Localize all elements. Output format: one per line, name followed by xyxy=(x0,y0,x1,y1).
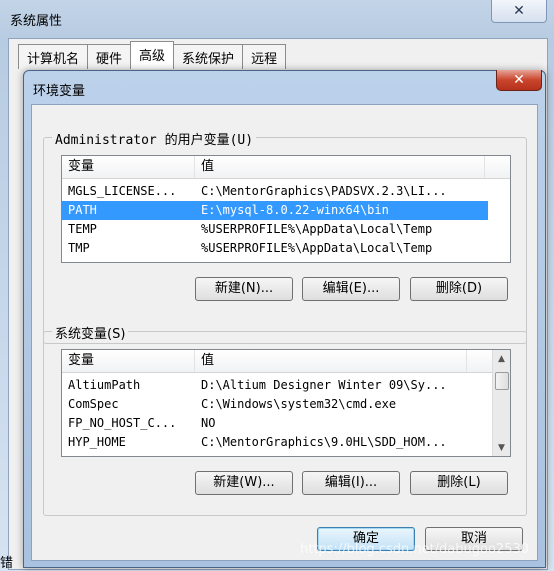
variable-value: C:\MentorGraphics\9.0HL\SDD_HOM... xyxy=(201,435,447,449)
system-variables-list[interactable]: 变量 值 AltiumPath D:\Altium Designer Winte… xyxy=(61,349,511,457)
variable-value: %USERPROFILE%\AppData\Local\Temp xyxy=(201,222,433,236)
system-properties-tabs: 计算机名 硬件 高级 系统保护 远程 xyxy=(18,41,287,69)
dialog-title: 环境变量 xyxy=(33,84,86,99)
variable-value: D:\Altium Designer Winter 09\Sy... xyxy=(201,378,447,392)
watermark: https://blog.csdn.net/dabugoo2530 xyxy=(300,542,530,557)
scroll-up-icon[interactable]: ▲ xyxy=(493,350,510,367)
tab-advanced[interactable]: 高级 xyxy=(130,41,175,69)
variable-name: TEMP xyxy=(68,222,97,236)
variable-value: C:\Windows\system32\cmd.exe xyxy=(201,397,397,411)
list-header: 变量 值 xyxy=(62,350,492,373)
user-edit-button[interactable]: 编辑(E)... xyxy=(302,277,400,301)
variable-value: NO xyxy=(201,416,216,430)
column-header-value[interactable]: 值 xyxy=(195,156,485,178)
scrollbar-thumb[interactable] xyxy=(495,372,509,390)
variable-name: PATH xyxy=(68,203,97,217)
user-delete-button[interactable]: 删除(D) xyxy=(410,277,508,301)
close-icon: ✕ xyxy=(513,72,525,88)
variable-value: %USERPROFILE%\AppData\Local\Temp xyxy=(201,241,433,255)
variable-name: TMP xyxy=(68,241,90,255)
list-item[interactable]: ComSpec C:\Windows\system32\cmd.exe xyxy=(62,395,492,414)
system-edit-button[interactable]: 编辑(I)... xyxy=(302,471,400,495)
variable-name: MGLS_LICENSE... xyxy=(68,184,177,198)
tab-remote[interactable]: 远程 xyxy=(242,44,287,69)
close-icon: ✕ xyxy=(513,3,525,19)
column-header-name[interactable]: 变量 xyxy=(62,156,195,178)
scroll-down-icon[interactable]: ▼ xyxy=(493,439,510,456)
tab-system-protection[interactable]: 系统保护 xyxy=(173,44,244,69)
list-item-selected[interactable]: PATH E:\mysql-8.0.22-winx64\bin xyxy=(62,201,488,220)
user-variables-label: Administrator 的用户变量(U) xyxy=(52,129,257,148)
list-item[interactable]: AltiumPath D:\Altium Designer Winter 09\… xyxy=(62,376,492,395)
background-text-fragment: 错 xyxy=(0,556,14,571)
list-item[interactable]: FP_NO_HOST_C... NO xyxy=(62,414,492,433)
system-properties-title: 系统属性 xyxy=(10,14,63,29)
variable-name: AltiumPath xyxy=(68,378,141,392)
list-item[interactable]: TMP %USERPROFILE%\AppData\Local\Temp xyxy=(62,239,510,258)
list-item[interactable]: TEMP %USERPROFILE%\AppData\Local\Temp xyxy=(62,220,510,239)
user-new-button[interactable]: 新建(N)... xyxy=(195,277,293,301)
dialog-body: Administrator 的用户变量(U) 变量 值 MGLS_LICENSE… xyxy=(31,104,538,561)
variable-name: HYP_HOME xyxy=(68,435,126,449)
variable-value: E:\mysql-8.0.22-winx64\bin xyxy=(201,203,389,217)
system-delete-button[interactable]: 删除(L) xyxy=(410,471,508,495)
list-item[interactable]: MGLS_LICENSE... C:\MentorGraphics\PADSVX… xyxy=(62,182,510,201)
list-header: 变量 值 xyxy=(62,156,510,179)
tab-computer-name[interactable]: 计算机名 xyxy=(18,44,89,69)
list-item[interactable]: HYP_HOME C:\MentorGraphics\9.0HL\SDD_HOM… xyxy=(62,433,492,452)
column-header-value[interactable]: 值 xyxy=(195,350,467,372)
variable-name: FP_NO_HOST_C... xyxy=(68,416,177,430)
variable-value: C:\MentorGraphics\PADSVX.2.3\LI... xyxy=(201,184,447,198)
system-variables-label: 系统变量(S) xyxy=(52,323,129,342)
system-variables-scrollbar[interactable]: ▲ ▼ xyxy=(492,350,510,456)
system-properties-close-button[interactable]: ✕ xyxy=(491,0,547,23)
environment-variables-dialog: 环境变量 ✕ Administrator 的用户变量(U) 变量 值 MGLS_… xyxy=(23,70,546,568)
dialog-close-button[interactable]: ✕ xyxy=(496,70,542,91)
system-new-button[interactable]: 新建(W)... xyxy=(195,471,293,495)
column-header-name[interactable]: 变量 xyxy=(62,350,195,372)
user-variables-list[interactable]: 变量 值 MGLS_LICENSE... C:\MentorGraphics\P… xyxy=(61,155,511,263)
tab-hardware[interactable]: 硬件 xyxy=(87,44,132,69)
variable-name: ComSpec xyxy=(68,397,119,411)
